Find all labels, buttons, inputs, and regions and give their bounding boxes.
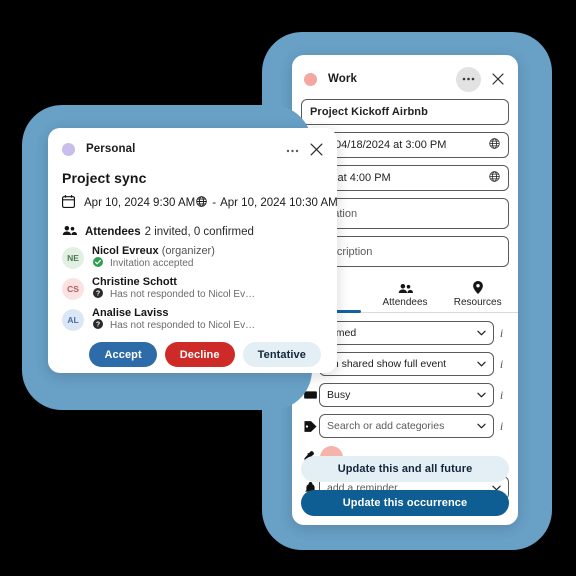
busy-select-value: Busy (327, 389, 351, 401)
chevron-down-icon (477, 420, 486, 432)
attendee-status: Has not responded to Nicol Ev… (110, 320, 256, 331)
attendee-info: Christine Schott ? Has not responded to … (92, 276, 337, 301)
chevron-down-icon (477, 358, 486, 370)
chevron-down-icon (477, 389, 486, 401)
calendar-color-dot-icon (62, 142, 75, 156)
attendee-status: Has not responded to Nicol Ev… (110, 289, 256, 300)
personal-more-options-button[interactable] (286, 143, 299, 155)
work-card-actions: Update this and all future Update this o… (301, 456, 509, 516)
attendee-name: Christine Schott (92, 276, 177, 288)
tab-attendees[interactable]: Attendees (369, 280, 442, 312)
sharing-select[interactable]: en shared show full event (319, 352, 494, 376)
status-select-value: firmed (327, 327, 357, 339)
event-datetime-row: Apr 10, 2024 9:30 AM - Apr 10, 2024 10:3… (61, 195, 337, 211)
question-circle-icon: ? (93, 288, 103, 301)
datetime-separator: - (212, 197, 217, 209)
attendee-role: (organizer) (161, 245, 215, 257)
status-info-icon[interactable]: i (494, 326, 509, 341)
status-select[interactable]: firmed (319, 321, 494, 345)
close-icon (309, 142, 323, 156)
work-card-header: Work (292, 55, 518, 99)
sharing-info-icon[interactable]: i (494, 357, 509, 372)
tentative-button[interactable]: Tentative (242, 342, 321, 367)
question-circle-icon: ? (93, 319, 103, 332)
attendees-label: Attendees (85, 226, 141, 238)
event-location-value: a location (310, 207, 358, 220)
attendee-name: Analise Laviss (92, 307, 169, 319)
personal-calendar-name: Personal (86, 143, 136, 155)
list-item[interactable]: CS Christine Schott ? Has not responded … (62, 276, 337, 301)
attendees-header: Attendees 2 invited, 0 confirmed (62, 225, 337, 239)
decline-button[interactable]: Decline (164, 342, 235, 367)
update-all-future-button[interactable]: Update this and all future (301, 456, 509, 482)
attendee-status-row: ? Has not responded to Nicol Ev… (92, 319, 337, 332)
event-title-input[interactable]: Project Kickoff Airbnb (301, 99, 509, 125)
check-circle-icon (93, 257, 103, 270)
event-end-time: Apr 10, 2024 10:30 AM (220, 197, 337, 209)
list-item[interactable]: NE Nicol Evreux (organizer) Invitation a… (62, 245, 337, 270)
timezone-globe-icon-end[interactable] (489, 171, 500, 185)
work-calendar-name: Work (328, 73, 357, 85)
option-row-busy: Busy i (301, 383, 509, 407)
attendee-status-row: Invitation accepted (92, 257, 337, 270)
calendar-icon (61, 195, 76, 211)
list-item[interactable]: AL Analise Laviss ? Has not responded to… (62, 307, 337, 332)
location-pin-icon (441, 280, 514, 294)
tab-attendees-label: Attendees (382, 297, 428, 308)
busy-info-icon[interactable]: i (494, 388, 509, 403)
attendee-status-row: ? Has not responded to Nicol Ev… (92, 288, 337, 301)
work-close-button[interactable] (488, 69, 508, 89)
event-title: Project sync (62, 170, 147, 186)
categories-select[interactable]: Search or add categories (319, 414, 494, 438)
attendee-info: Analise Laviss ? Has not responded to Ni… (92, 307, 337, 332)
sharing-select-value: en shared show full event (327, 358, 447, 370)
attendees-summary: 2 invited, 0 confirmed (144, 226, 254, 238)
rsvp-buttons: Accept Decline Tentative (48, 342, 321, 367)
personal-event-card: Personal Project sync Apr 10, 2024 9:30 … (48, 128, 337, 373)
tag-icon (301, 420, 319, 433)
event-description-value: a description (310, 245, 373, 258)
attendee-name-row: Analise Laviss (92, 307, 337, 319)
attendee-name-row: Christine Schott (92, 276, 337, 288)
personal-close-button[interactable] (306, 139, 326, 159)
busy-select[interactable]: Busy (319, 383, 494, 407)
tab-resources[interactable]: Resources (441, 280, 514, 312)
event-datetime-text: Apr 10, 2024 9:30 AM - Apr 10, 2024 10:3… (84, 196, 337, 210)
option-row-categories: Search or add categories i (301, 414, 509, 438)
categories-select-value: Search or add categories (327, 420, 445, 432)
timezone-globe-icon-start (196, 196, 208, 210)
event-title-value: Project Kickoff Airbnb (310, 106, 428, 118)
chevron-down-icon (477, 327, 486, 339)
close-icon (492, 73, 504, 85)
attendee-name: Nicol Evreux (92, 245, 159, 257)
ellipsis-icon (462, 77, 475, 81)
svg-text:?: ? (96, 290, 100, 298)
attendee-info: Nicol Evreux (organizer) Invitation acce… (92, 245, 337, 270)
update-this-occurrence-button[interactable]: Update this occurrence (301, 490, 509, 516)
categories-info-icon[interactable]: i (494, 419, 509, 434)
work-more-options-button[interactable] (456, 66, 481, 92)
timezone-globe-icon[interactable] (489, 138, 500, 152)
avatar: CS (62, 278, 84, 300)
avatar: AL (62, 309, 84, 331)
calendar-color-dot-icon (304, 72, 317, 86)
attendee-name-row: Nicol Evreux (organizer) (92, 245, 337, 257)
personal-card-header: Personal (48, 128, 337, 161)
svg-text:?: ? (96, 321, 100, 329)
ellipsis-icon (286, 149, 299, 153)
accept-button[interactable]: Accept (89, 342, 157, 367)
tab-resources-label: Resources (453, 297, 502, 308)
event-start-time: Apr 10, 2024 9:30 AM (84, 197, 196, 209)
attendee-status: Invitation accepted (110, 258, 194, 269)
people-icon (62, 225, 77, 239)
avatar: NE (62, 247, 84, 269)
people-icon (369, 280, 442, 294)
